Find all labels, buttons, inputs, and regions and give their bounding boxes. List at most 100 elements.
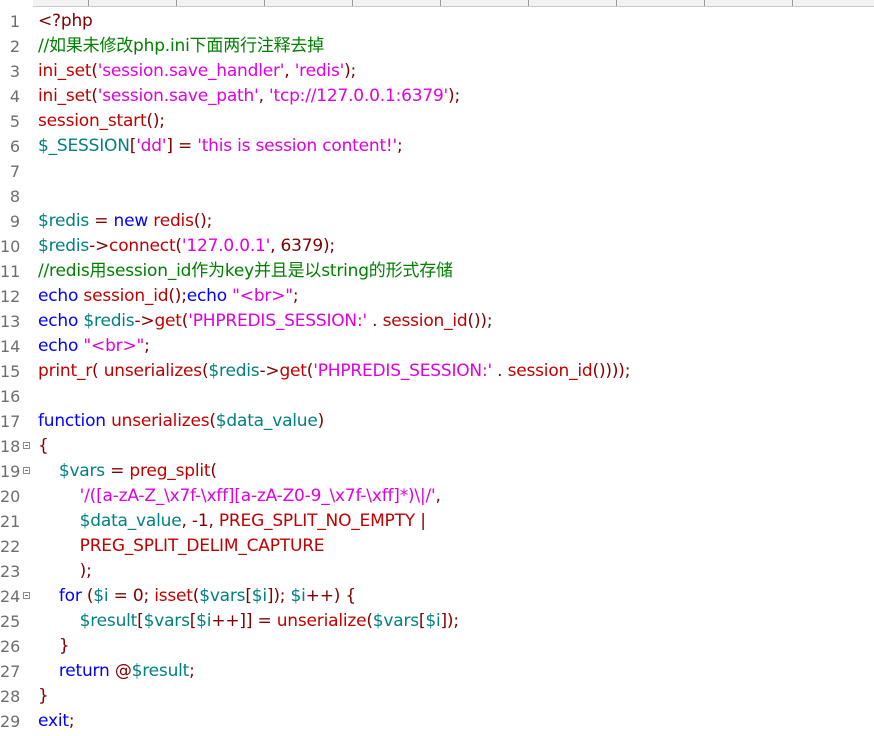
code-line[interactable]: 4 ini_set('session.save_path', 'tcp://127… [0,84,874,109]
line-number: 13 [0,312,21,331]
code-line[interactable]: 14 echo "<br>"; [0,334,874,359]
code-token-punct: = [104,461,130,481]
code-token-function: unserializes [111,411,210,431]
code-text[interactable]: return @$result; [38,659,195,684]
line-number: 3 [9,62,20,81]
line-number: 4 [9,87,20,106]
code-line[interactable]: 27 return @$result; [0,659,874,684]
code-line[interactable]: 6 $_SESSION['dd'] = 'this is session cont… [0,134,874,159]
code-text[interactable]: //如果未修改php.ini下面两行注释去掉 [38,34,324,59]
code-line[interactable]: 8 [0,184,874,209]
code-text[interactable]: for ($i = 0; isset($vars[$i]); $i++) { [38,584,356,609]
code-line[interactable]: 1 <?php [0,9,874,34]
code-line[interactable]: 15 print_r( unserializes($redis->get('PHP… [0,359,874,384]
code-token-punct: ); [448,86,460,106]
code-token-function: get [154,311,182,331]
code-line[interactable]: 18 { [0,434,874,459]
code-token-keyword: echo [38,286,79,306]
fold-toggle-icon[interactable] [23,442,30,449]
code-text[interactable]: $redis = new redis(); [38,209,212,234]
code-token-punct: , [258,86,269,106]
code-text[interactable]: session_start(); [38,109,165,134]
code-token-string: 'tcp://127.0.0.1:6379' [269,86,449,106]
fold-toggle-icon[interactable] [23,467,30,474]
code-line[interactable]: 24 for ($i = 0; isset($vars[$i]); $i++) … [0,584,874,609]
code-token-punct: <?php [38,11,93,31]
code-text[interactable]: $_SESSION['dd'] = 'this is session conte… [38,134,403,159]
code-token-function: session_id [507,361,593,381]
code-line[interactable]: 2 //如果未修改php.ini下面两行注释去掉 [0,34,874,59]
code-line[interactable]: 13 echo $redis->get('PHPREDIS_SESSION:' .… [0,309,874,334]
code-token-variable: $i [425,611,441,631]
code-line[interactable]: 21 $data_value, -1, PREG_SPLIT_NO_EMPTY … [0,509,874,534]
code-text[interactable]: <?php [38,9,93,34]
code-line[interactable]: 26 } [0,634,874,659]
code-text[interactable]: '/([a-zA-Z_\x7f-\xff][a-zA-Z0-9_\x7f-\xf… [38,484,441,509]
code-text[interactable]: $vars = preg_split( [38,459,217,484]
code-line[interactable]: 25 $result[$vars[$i++]] = unserialize($v… [0,609,874,634]
code-text[interactable]: ini_set('session.save_path', 'tcp://127.… [38,84,460,109]
code-editor[interactable]: 1 <?php 2//如果未修改php.ini下面两行注释去掉 3 ini_set('s… [0,9,874,734]
code-token-function: isset [154,586,193,606]
code-text[interactable]: echo session_id();echo "<br>"; [38,284,299,309]
code-text[interactable]: ); [38,559,92,584]
tab-divider [352,0,353,6]
code-line[interactable]: 23 ); [0,559,874,584]
code-text[interactable]: PREG_SPLIT_DELIM_CAPTURE [38,534,325,559]
code-text[interactable]: //redis用session_id作为key并且是以string的形式存储 [38,259,453,284]
code-line[interactable]: 19 $vars = preg_split( [0,459,874,484]
code-token-string: 'session.save_handler' [97,61,285,81]
code-line[interactable]: 29 exit; [0,709,874,734]
code-token-punct: ); [344,61,357,81]
code-line[interactable]: 10 $redis->connect('127.0.0.1', 6379); [0,234,874,259]
code-token-variable: $redis [83,311,135,331]
code-text[interactable]: exit; [38,709,75,734]
code-line[interactable]: 20 '/([a-zA-Z_\x7f-\xff][a-zA-Z0-9_\x7f-… [0,484,874,509]
code-token-variable: $redis [208,361,260,381]
code-line[interactable]: 16 [0,384,874,409]
code-line[interactable]: 5 session_start(); [0,109,874,134]
code-line[interactable]: 11 //redis用session_id作为key并且是以string的形式存储 [0,259,874,284]
line-number: 27 [0,662,21,681]
code-text[interactable]: echo $redis->get('PHPREDIS_SESSION:' . s… [38,309,493,334]
tab-divider [616,0,617,6]
code-token-punct: } [38,686,49,706]
code-token-punct: . [366,311,383,331]
code-text[interactable]: $result[$vars[$i++]] = unserialize($vars… [38,609,459,634]
tab-divider [792,0,793,6]
code-line[interactable]: 7 [0,159,874,184]
fold-toggle-icon[interactable] [23,592,30,599]
code-text[interactable]: function unserializes($data_value) [38,409,324,434]
code-text[interactable]: print_r( unserializes($redis->get('PHPRE… [38,359,630,384]
line-number: 16 [0,387,21,406]
code-text[interactable]: $redis->connect('127.0.0.1', 6379); [38,234,335,259]
code-line[interactable]: 28} [0,684,874,709]
code-line[interactable]: 22 PREG_SPLIT_DELIM_CAPTURE [0,534,874,559]
line-number: 26 [0,637,21,656]
code-token-variable: $result [79,611,138,631]
code-text[interactable]: ini_set('session.save_handler', 'redis')… [38,59,356,84]
line-number: 14 [0,337,21,356]
code-token-variable: $data_value [79,511,182,531]
code-token-keyword: function [38,411,106,431]
code-line[interactable]: 3 ini_set('session.save_handler', 'redis'… [0,59,874,84]
code-token-string: '127.0.0.1' [181,236,271,256]
code-text[interactable]: { [38,434,49,459]
code-text[interactable]: } [38,684,49,709]
code-line[interactable]: 12 echo session_id();echo "<br>"; [0,284,874,309]
line-number: 24 [0,587,21,606]
code-token-function: ini_set [38,61,92,81]
code-text[interactable]: $data_value, -1, PREG_SPLIT_NO_EMPTY | [38,509,426,534]
tab-divider [440,0,441,6]
code-token-keyword: echo [186,286,227,306]
code-line[interactable]: 9 $redis = new redis(); [0,209,874,234]
code-token-keyword: exit [38,711,69,731]
code-text[interactable]: } [38,634,70,659]
code-token-variable: $i [290,586,306,606]
line-number: 20 [0,487,21,506]
code-text[interactable]: echo "<br>"; [38,334,150,359]
code-line[interactable]: 17 function unserializes($data_value) [0,409,874,434]
tab-strip[interactable] [0,0,874,7]
code-token-variable: $vars [372,611,419,631]
